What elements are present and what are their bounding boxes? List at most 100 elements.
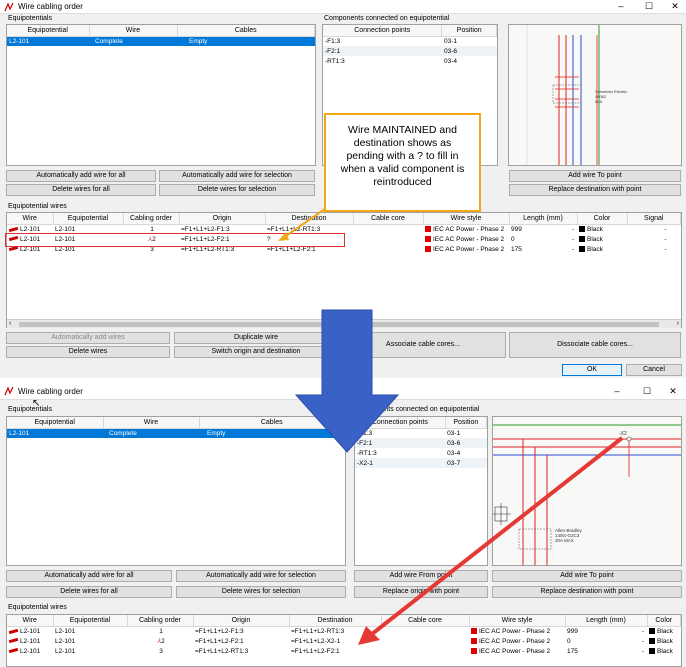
col-position[interactable]: Position xyxy=(441,25,497,37)
list-item[interactable]: -F2:1 03-6 xyxy=(355,438,487,448)
delete-wires-button[interactable]: Delete wires xyxy=(6,346,170,358)
col-wire[interactable]: Wire xyxy=(7,615,54,627)
window-title: Wire cabling order xyxy=(18,387,83,396)
window-title: Wire cabling order xyxy=(18,2,83,11)
color-swatch xyxy=(579,235,585,242)
col-equipotential[interactable]: Equipotential xyxy=(7,417,104,429)
replace-destination-button[interactable]: Replace destination with point xyxy=(509,184,681,196)
equipotentials-table[interactable]: Equipotential Wire Cables L2-101 Complete Em… xyxy=(6,24,316,166)
table-row[interactable]: L2-101 Complete Empty xyxy=(7,428,345,438)
col-equipotential[interactable]: Equipotential xyxy=(7,25,90,37)
wire-icon xyxy=(8,638,19,644)
add-to-point-button[interactable]: Add wire To point xyxy=(492,570,682,582)
horizontal-scrollbar[interactable]: ‹ › xyxy=(7,319,681,328)
table-row[interactable]: L2-101 Complete Empty xyxy=(7,36,315,46)
components-table[interactable]: Connection points Position -F1:3 03-1 -F2:… xyxy=(354,416,488,566)
add-to-point-button[interactable]: Add wire To point xyxy=(509,170,681,182)
schematic-drawing: -X2 Allen-Bradley 140G-G2C3 30A MAX xyxy=(493,424,681,565)
svg-text:50A: 50A xyxy=(595,99,602,104)
add-from-point-button[interactable]: Add wire From point xyxy=(354,570,488,582)
wires-table[interactable]: Wire Equipotential Cabling order Origin … xyxy=(6,614,682,667)
scroll-left-icon[interactable]: ‹ xyxy=(9,320,11,327)
auto-add-wires-button[interactable]: Automatically add wires xyxy=(6,332,170,344)
col-origin[interactable]: Origin xyxy=(179,213,266,225)
col-wire[interactable]: Wire xyxy=(7,213,54,225)
table-row[interactable]: L2-101 L2-101 1 =F1+L1+L2-F1:3 =F1+L1+L2… xyxy=(7,626,681,636)
col-length[interactable]: Length (mm) xyxy=(509,213,578,225)
wire-style-swatch xyxy=(425,226,431,233)
col-destination[interactable]: Destination xyxy=(289,615,382,627)
bottom-title-bar: Wire cabling order – ☐ ✕ xyxy=(0,382,686,400)
auto-add-selection-button[interactable]: Automatically add wire for selection xyxy=(176,570,346,582)
col-color[interactable]: Color xyxy=(577,213,628,225)
col-wire[interactable]: Wire xyxy=(89,25,178,37)
minimize-button[interactable]: – xyxy=(604,385,630,399)
col-connection-points[interactable]: Connection points xyxy=(323,25,443,37)
app-icon xyxy=(4,2,14,12)
components-label: Components connected on equipotential xyxy=(354,406,480,413)
col-position[interactable]: Position xyxy=(445,417,488,429)
maximize-button[interactable]: ☐ xyxy=(636,0,662,14)
delete-all-button[interactable]: Delete wires for all xyxy=(6,586,172,598)
col-cables[interactable]: Cables xyxy=(199,417,345,429)
table-row[interactable]: L2-101 L2-101 ⅄2 =F1+L1+L2-F2:1 =F1+L1+L… xyxy=(7,636,681,646)
list-item[interactable]: -RT1:3 03-4 xyxy=(355,448,487,458)
col-wire[interactable]: Wire xyxy=(103,417,200,429)
close-button[interactable]: ✕ xyxy=(660,385,686,399)
col-signal[interactable]: Signal xyxy=(627,213,681,225)
col-cabling-order[interactable]: Cabling order xyxy=(123,213,180,225)
wire-style-swatch xyxy=(471,647,477,654)
maximize-button[interactable]: ☐ xyxy=(634,385,660,399)
delete-all-button[interactable]: Delete wires for all xyxy=(6,184,156,196)
duplicate-wire-button[interactable]: Duplicate wire xyxy=(174,332,338,344)
table-row[interactable]: L2-101 L2-101 3 =F1+L1+L2-RT1:3 =F1+L1+L… xyxy=(7,646,681,656)
col-length[interactable]: Length (mm) xyxy=(565,615,648,627)
delete-selection-button[interactable]: Delete wires for selection xyxy=(159,184,315,196)
col-origin[interactable]: Origin xyxy=(193,615,290,627)
replace-destination-button[interactable]: Replace destination with point xyxy=(492,586,682,598)
auto-add-all-button[interactable]: Automatically add wire for all xyxy=(6,170,156,182)
list-item[interactable]: -RT1:3 03-4 xyxy=(323,56,497,66)
components-label: Components connected on equipotential xyxy=(324,15,450,22)
col-equipotential[interactable]: Equipotential xyxy=(53,615,128,627)
auto-add-selection-button[interactable]: Automatically add wire for selection xyxy=(159,170,315,182)
ok-button[interactable]: OK xyxy=(562,364,622,376)
col-cabling-order[interactable]: Cabling order xyxy=(127,615,194,627)
dissociate-cable-cores-button[interactable]: Dissociate cable cores... xyxy=(509,332,681,358)
col-equipotential[interactable]: Equipotential xyxy=(53,213,124,225)
color-swatch xyxy=(579,226,585,233)
svg-text:-X2: -X2 xyxy=(619,431,627,437)
scrollbar-thumb[interactable] xyxy=(19,322,659,327)
col-wire-style[interactable]: Wire style xyxy=(469,615,566,627)
schematic-drawing: Schneider Electric 49062 50A xyxy=(526,25,627,165)
col-cable-core[interactable]: Cable core xyxy=(353,213,424,225)
col-cable-core[interactable]: Cable core xyxy=(381,615,470,627)
associate-cable-cores-button[interactable]: Associate cable cores... xyxy=(340,332,506,358)
col-connection-points[interactable]: Connection points xyxy=(355,417,446,429)
list-item[interactable]: -F1:3 03-1 xyxy=(323,36,497,46)
schematic-preview[interactable]: Schneider Electric 49062 50A xyxy=(508,24,682,166)
cancel-button[interactable]: Cancel xyxy=(626,364,682,376)
delete-selection-button[interactable]: Delete wires for selection xyxy=(176,586,346,598)
equipotentials-table[interactable]: Equipotential Wire Cables L2-101 Complete Em… xyxy=(6,416,346,566)
highlight-rectangle xyxy=(5,233,345,247)
schematic-preview[interactable]: -X2 Allen-Bradley 140G-G2C3 30A MAX xyxy=(492,416,682,566)
wires-table[interactable]: Wire Equipotential Cabling order Origin … xyxy=(6,212,682,328)
auto-add-all-button[interactable]: Automatically add wire for all xyxy=(6,570,172,582)
bottom-window: Wire cabling order – ☐ ✕ ↖ Equipotential… xyxy=(0,382,686,667)
col-cables[interactable]: Cables xyxy=(177,25,315,37)
col-wire-style[interactable]: Wire style xyxy=(423,213,510,225)
replace-origin-button[interactable]: Replace origin with point xyxy=(354,586,488,598)
switch-origin-destination-button[interactable]: Switch origin and destination xyxy=(174,346,338,358)
list-item[interactable]: -X2-1 03-7 xyxy=(355,458,487,468)
col-destination[interactable]: Destination xyxy=(265,213,354,225)
list-item[interactable]: -F2:1 03-6 xyxy=(323,46,497,56)
col-color[interactable]: Color xyxy=(647,615,681,627)
scroll-right-icon[interactable]: › xyxy=(677,320,679,327)
wire-icon xyxy=(8,226,19,232)
wire-style-swatch xyxy=(425,235,431,242)
close-button[interactable]: ✕ xyxy=(662,0,686,14)
top-title-bar: Wire cabling order – ☐ ✕ xyxy=(0,0,686,14)
minimize-button[interactable]: – xyxy=(608,0,634,14)
list-item[interactable]: -F1:3 03-1 xyxy=(355,428,487,438)
